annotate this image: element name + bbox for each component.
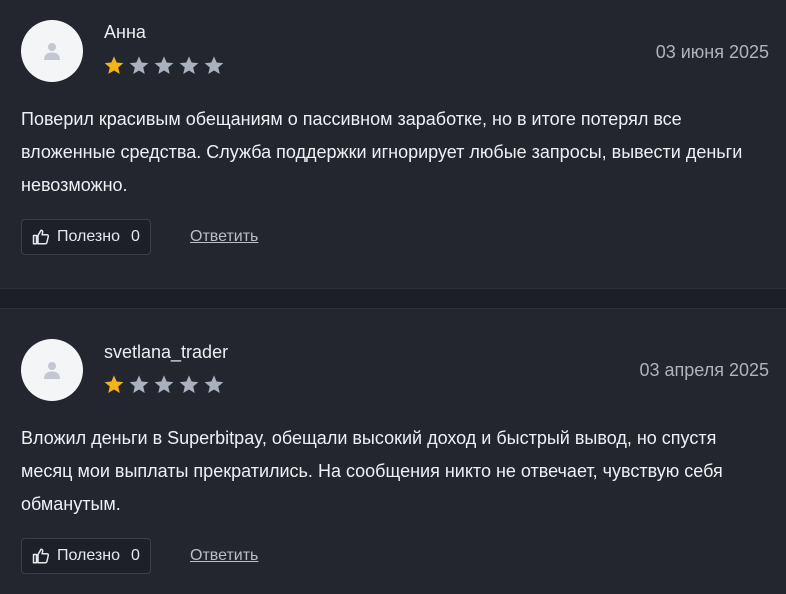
star-icon bbox=[154, 375, 174, 393]
star-rating bbox=[103, 374, 225, 396]
reply-link[interactable]: Ответить bbox=[190, 228, 258, 246]
review-text: Вложил деньги в Superbitpay, обещали выс… bbox=[21, 428, 723, 514]
review-card: svetlana_trader 03 апреля 2025 Вложил де… bbox=[0, 309, 786, 594]
helpful-label: Полезно bbox=[57, 228, 120, 245]
thumbs-up-icon bbox=[32, 548, 50, 564]
thumbs-up-icon bbox=[32, 229, 50, 245]
helpful-button[interactable]: Полезно 0 bbox=[21, 538, 151, 574]
review-text: Поверил красивым обещаниям о пассивном з… bbox=[21, 109, 743, 195]
user-silhouette-icon bbox=[44, 43, 60, 60]
avatar bbox=[21, 20, 83, 82]
review-divider bbox=[0, 288, 786, 309]
star-icon bbox=[154, 56, 174, 74]
avatar bbox=[21, 339, 83, 401]
review-card: Анна 03 июня 2025 Поверил красивым обеща… bbox=[0, 0, 786, 288]
review-author: Анна bbox=[104, 22, 146, 42]
star-icon bbox=[204, 375, 224, 393]
helpful-count: 0 bbox=[131, 228, 140, 245]
review-author: svetlana_trader bbox=[104, 342, 229, 362]
reply-link[interactable]: Ответить bbox=[190, 547, 258, 565]
helpful-label: Полезно bbox=[57, 547, 120, 564]
star-icon bbox=[104, 375, 124, 393]
star-icon bbox=[179, 56, 199, 74]
helpful-button[interactable]: Полезно 0 bbox=[21, 219, 151, 255]
star-icon bbox=[179, 375, 199, 393]
review-date: 03 апреля 2025 bbox=[639, 360, 770, 380]
star-rating bbox=[103, 55, 225, 77]
star-icon bbox=[129, 56, 149, 74]
review-date: 03 июня 2025 bbox=[655, 42, 769, 62]
review-list: Анна 03 июня 2025 Поверил красивым обеща… bbox=[0, 0, 786, 594]
star-icon bbox=[204, 56, 224, 74]
star-icon bbox=[104, 56, 124, 74]
user-silhouette-icon bbox=[44, 362, 60, 379]
star-icon bbox=[129, 375, 149, 393]
helpful-count: 0 bbox=[131, 547, 140, 564]
